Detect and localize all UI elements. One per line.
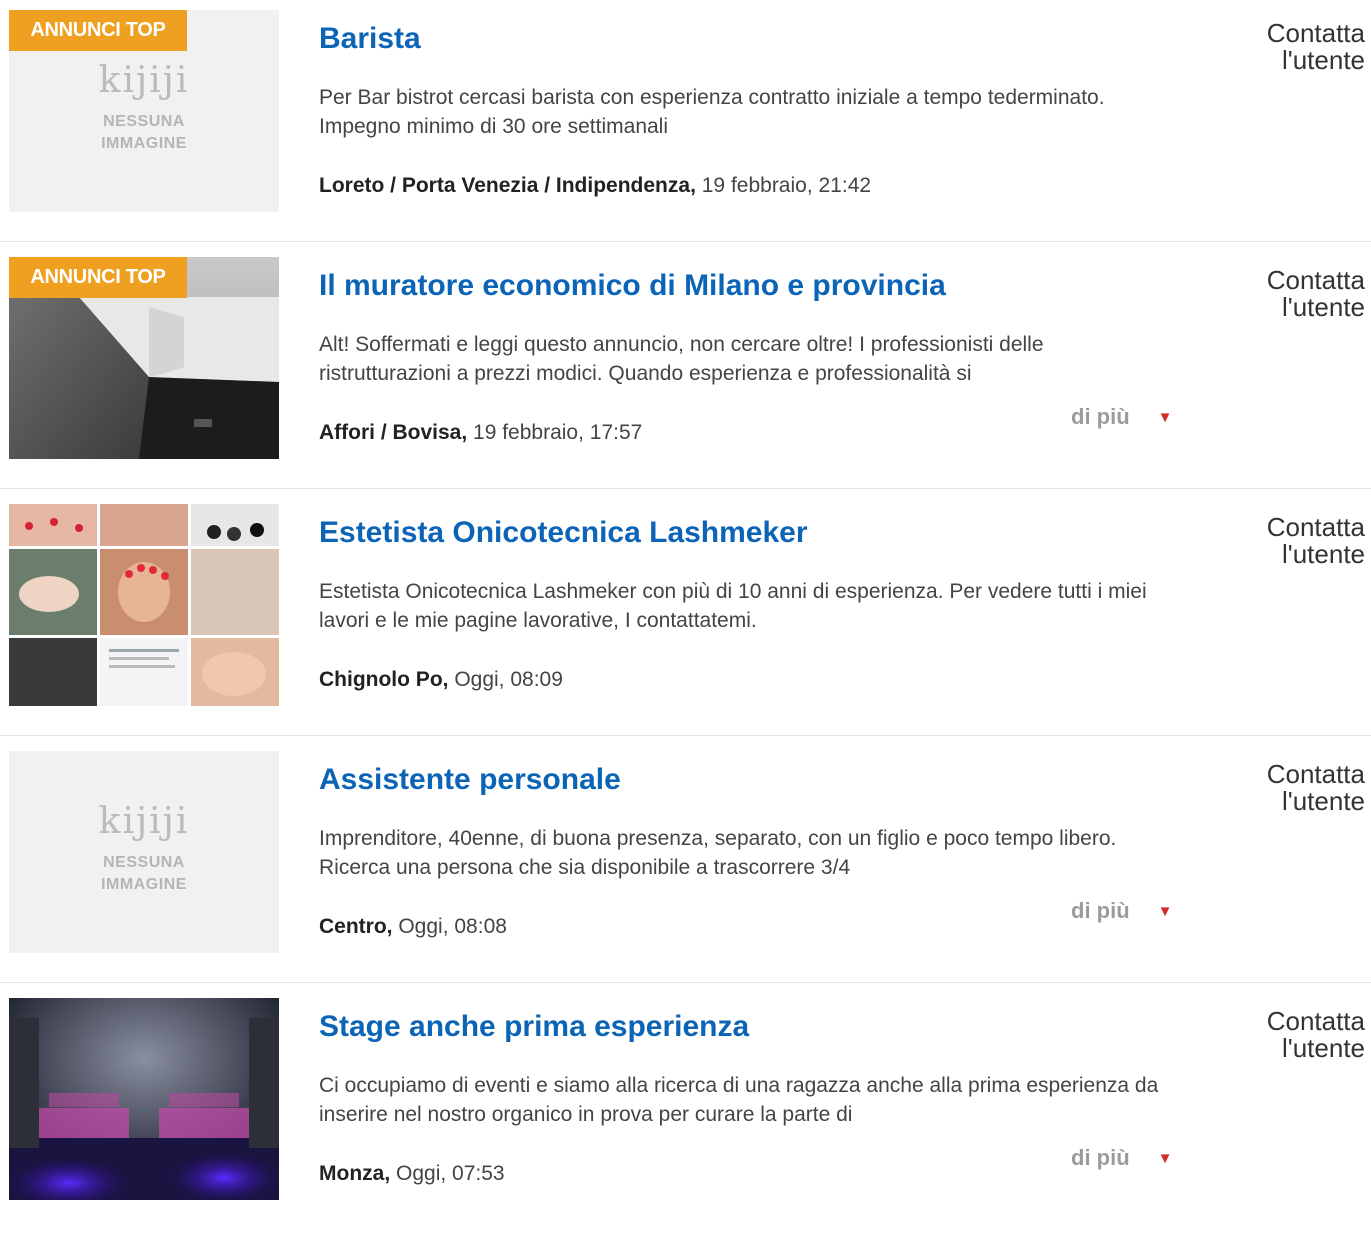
kijiji-logo: kijiji (98, 60, 190, 101)
nails-collage-photo (9, 504, 279, 706)
contact-user-button[interactable]: Contatta l'utente (1267, 761, 1365, 815)
show-more-link[interactable]: di più ▼ (1071, 404, 1173, 430)
listing-title[interactable]: Il muratore economico di Milano e provin… (319, 269, 946, 303)
listing-date: Oggi, 07:53 (396, 1162, 505, 1185)
listing-location: Loreto / Porta Venezia / Indipendenza (319, 174, 691, 197)
listing-title[interactable]: Barista (319, 22, 421, 56)
listing-location: Affori / Bovisa (319, 421, 462, 444)
listing-card[interactable]: Estetista Onicotecnica Lashmeker Estetis… (0, 494, 1371, 741)
caret-down-icon: ▼ (1157, 1150, 1173, 1167)
listing-date: Oggi, 08:09 (454, 668, 563, 691)
listing-meta: Affori / Bovisa, 19 febbraio, 17:57 (319, 421, 643, 444)
listing-description: Ci occupiamo di eventi e siamo alla rice… (319, 1074, 1159, 1126)
top-ad-badge: ANNUNCI TOP (9, 257, 187, 298)
listing-card[interactable]: ANNUNCI TOP kijiji NESSUNA IMMAGINE Bari… (0, 0, 1371, 247)
no-image-label-line1: NESSUNA (103, 113, 185, 130)
listing-title[interactable]: Assistente personale (319, 763, 621, 797)
listing-thumbnail[interactable]: ANNUNCI TOP kijiji NESSUNA IMMAGINE (9, 10, 279, 212)
listing-location: Centro (319, 915, 387, 938)
listing-thumbnail[interactable]: kijiji NESSUNA IMMAGINE (9, 751, 279, 953)
listing-date: Oggi, 08:08 (398, 915, 507, 938)
contact-user-button[interactable]: Contatta l'utente (1267, 1008, 1365, 1062)
listing-card[interactable]: Stage anche prima esperienza Ci occupiam… (0, 988, 1371, 1235)
listing-title[interactable]: Stage anche prima esperienza (319, 1010, 749, 1044)
no-image-label-line2: IMMAGINE (101, 876, 187, 893)
listing-date: 19 febbraio, 17:57 (473, 421, 643, 444)
show-more-link[interactable]: di più ▼ (1071, 898, 1173, 924)
kijiji-logo: kijiji (98, 801, 190, 842)
listing-thumbnail[interactable] (9, 504, 279, 706)
listing-title[interactable]: Estetista Onicotecnica Lashmeker (319, 516, 808, 550)
listing-meta: Monza, Oggi, 07:53 (319, 1162, 505, 1185)
contact-user-button[interactable]: Contatta l'utente (1267, 20, 1365, 74)
event-hall-photo (9, 998, 279, 1200)
no-image-placeholder: kijiji NESSUNA IMMAGINE (9, 801, 279, 896)
listing-thumbnail[interactable]: ANNUNCI TOP (9, 257, 279, 459)
listing-description: Alt! Soffermati e leggi questo annuncio,… (319, 333, 1044, 385)
listing-meta: Chignolo Po, Oggi, 08:09 (319, 668, 563, 691)
listing-description: Estetista Onicotecnica Lashmeker con più… (319, 580, 1147, 632)
listing-thumbnail[interactable] (9, 998, 279, 1200)
listing-date: 19 febbraio, 21:42 (701, 174, 872, 197)
listing-location: Chignolo Po (319, 668, 443, 691)
listing-card[interactable]: ANNUNCI TOP Il muratore economico di Mil… (0, 247, 1371, 494)
contact-user-button[interactable]: Contatta l'utente (1267, 267, 1365, 321)
no-image-label-line2: IMMAGINE (101, 135, 187, 152)
no-image-label-line1: NESSUNA (103, 854, 185, 871)
listing-card[interactable]: kijiji NESSUNA IMMAGINE Assistente perso… (0, 741, 1371, 988)
top-ad-badge: ANNUNCI TOP (9, 10, 187, 51)
listing-meta: Loreto / Porta Venezia / Indipendenza, 1… (319, 174, 872, 197)
listing-divider (0, 982, 1371, 983)
listing-location: Monza (319, 1162, 385, 1185)
no-image-placeholder: kijiji NESSUNA IMMAGINE (9, 60, 279, 155)
caret-down-icon: ▼ (1157, 903, 1173, 920)
listing-divider (0, 488, 1371, 489)
contact-user-button[interactable]: Contatta l'utente (1267, 514, 1365, 568)
listing-divider (0, 241, 1371, 242)
listing-meta: Centro, Oggi, 08:08 (319, 915, 507, 938)
listing-description: Per Bar bistrot cercasi barista con espe… (319, 86, 1105, 138)
caret-down-icon: ▼ (1157, 409, 1173, 426)
listing-description: Imprenditore, 40enne, di buona presenza,… (319, 827, 1117, 879)
listing-divider (0, 735, 1371, 736)
show-more-link[interactable]: di più ▼ (1071, 1145, 1173, 1171)
